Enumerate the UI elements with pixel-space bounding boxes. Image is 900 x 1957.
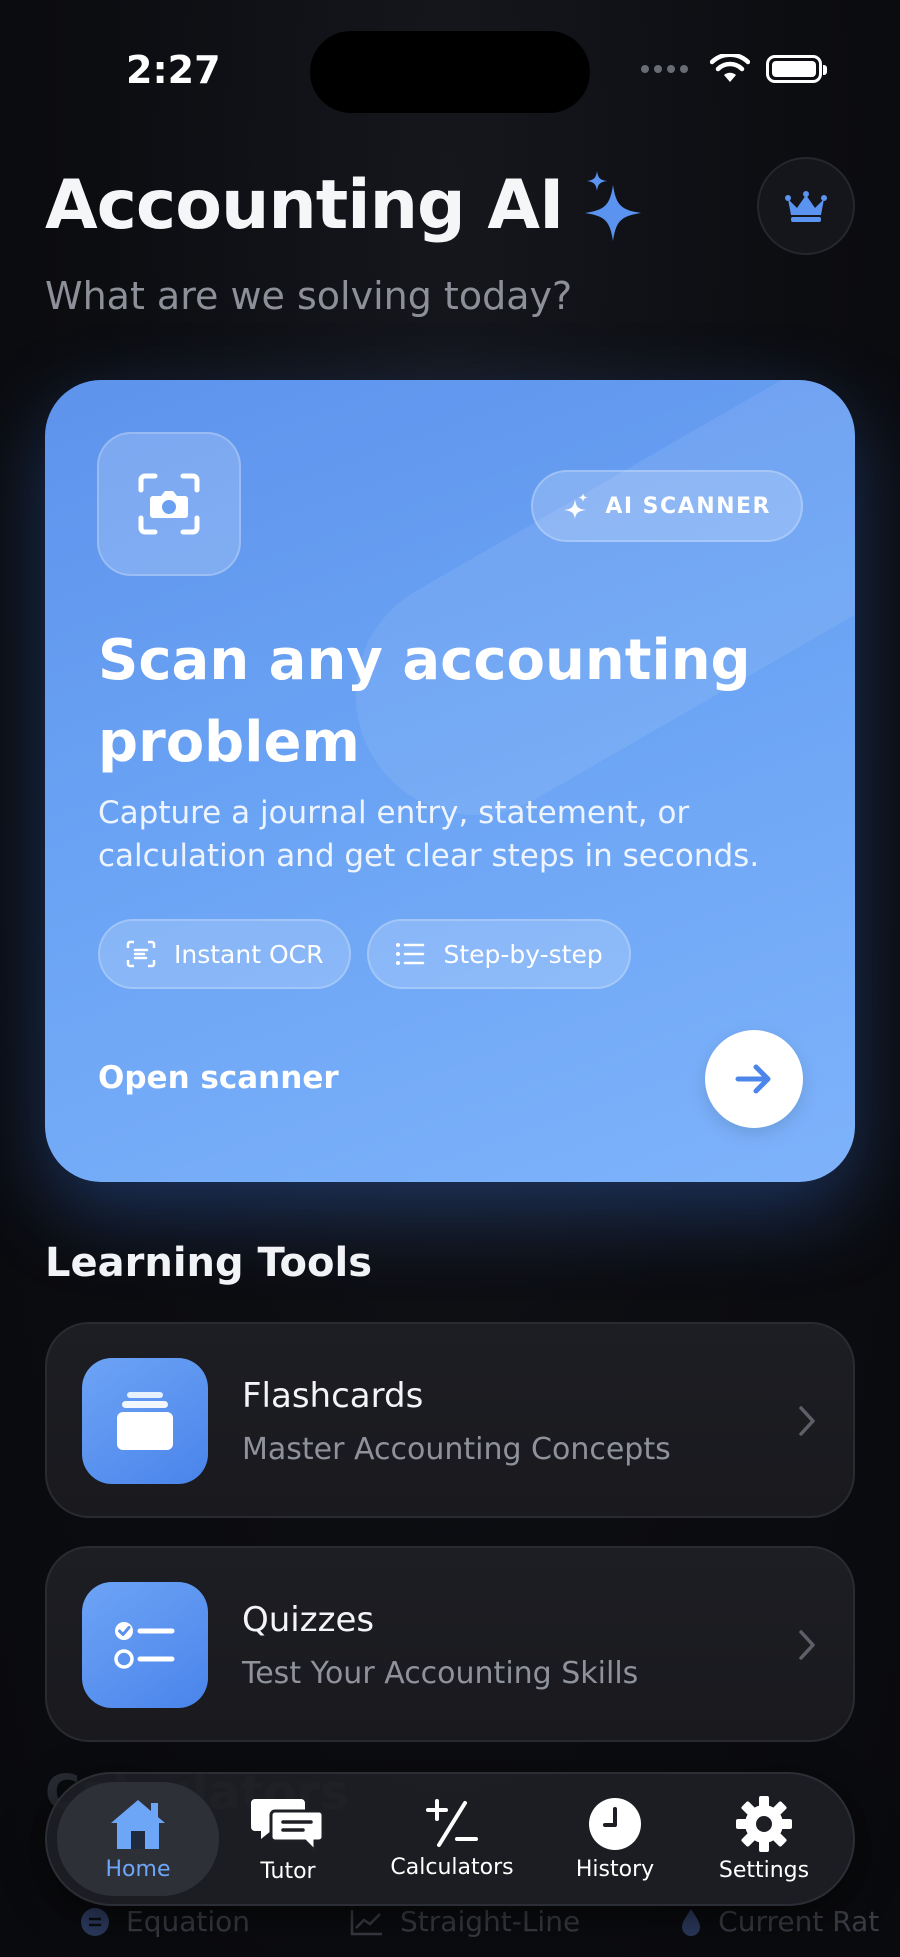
- tool-description: Master Accounting Concepts: [242, 1432, 671, 1467]
- list-icon: [396, 943, 425, 965]
- sparkle-small-icon: [564, 493, 588, 519]
- tab-calculators[interactable]: Calculators: [371, 1782, 533, 1896]
- status-time: 2:27: [126, 48, 221, 92]
- tab-bar: Home Tutor Calculators History Settings: [45, 1772, 855, 1906]
- peek-item-label: Equation: [126, 1905, 251, 1938]
- sparkle-icon: [585, 170, 642, 241]
- scanner-description: Capture a journal entry, statement, or c…: [98, 795, 760, 874]
- peek-item-label: Current Rat: [718, 1905, 880, 1938]
- page-subtitle: What are we solving today?: [45, 274, 573, 318]
- tool-card-quizzes[interactable]: Quizzes Test Your Accounting Skills: [45, 1546, 855, 1742]
- tool-name: Quizzes: [242, 1600, 375, 1640]
- calculator-chips-row[interactable]: Equation Straight-Line Current Rat: [80, 1905, 879, 1938]
- chart-line-icon: [350, 1909, 383, 1935]
- status-indicators: [641, 54, 827, 84]
- drop-icon: [682, 1908, 701, 1936]
- plus-minus-icon: [426, 1798, 478, 1847]
- chevron-right-icon: [799, 1630, 815, 1660]
- ai-scanner-label: AI SCANNER: [605, 493, 771, 519]
- dynamic-island: [310, 31, 590, 113]
- cellular-icon: [641, 65, 688, 73]
- gear-icon: [736, 1795, 792, 1852]
- cards-icon: [82, 1358, 208, 1484]
- tab-tutor[interactable]: Tutor: [207, 1782, 369, 1896]
- open-scanner-button[interactable]: [705, 1030, 803, 1128]
- clock-icon: [589, 1797, 641, 1850]
- tab-label: Tutor: [260, 1858, 316, 1884]
- arrow-right-icon: [735, 1064, 771, 1094]
- tool-card-flashcards[interactable]: Flashcards Master Accounting Concepts: [45, 1322, 855, 1518]
- battery-icon: [766, 55, 827, 83]
- chip-instant-ocr: Instant OCR: [98, 919, 352, 989]
- tab-settings[interactable]: Settings: [683, 1782, 845, 1896]
- text-scan-icon: [126, 940, 156, 968]
- tab-label: Calculators: [390, 1854, 514, 1880]
- peek-item-current-ratio[interactable]: Current Rat: [680, 1905, 879, 1938]
- tool-description: Test Your Accounting Skills: [242, 1656, 639, 1691]
- home-screen: 2:27 Accounting AI What are we solving t…: [0, 0, 900, 1957]
- tab-history[interactable]: History: [534, 1782, 696, 1896]
- chip-label: Step-by-step: [443, 939, 603, 969]
- chip-step-by-step: Step-by-step: [367, 919, 631, 989]
- scanner-card[interactable]: AI SCANNER Scan any accounting problem C…: [45, 380, 855, 1182]
- section-title-learning-tools: Learning Tools: [45, 1240, 373, 1286]
- page-title: Accounting AI: [45, 166, 645, 245]
- crown-icon: [785, 191, 827, 222]
- camera-scan-icon: [138, 473, 200, 535]
- checklist-icon: [82, 1582, 208, 1708]
- chevron-right-icon: [799, 1406, 815, 1436]
- premium-button[interactable]: [757, 157, 855, 255]
- tool-name: Flashcards: [242, 1376, 424, 1416]
- peek-item-straight-line[interactable]: Straight-Line: [350, 1905, 580, 1938]
- chat-icon: [251, 1798, 325, 1853]
- tab-home[interactable]: Home: [57, 1782, 219, 1896]
- peek-item-label: Straight-Line: [400, 1905, 581, 1938]
- title-text: Accounting AI: [45, 166, 564, 245]
- tab-label: Home: [105, 1856, 171, 1882]
- equation-icon: [81, 1907, 109, 1936]
- tab-label: History: [575, 1856, 655, 1882]
- wifi-icon: [710, 54, 750, 82]
- tab-label: Settings: [718, 1857, 810, 1883]
- scanner-heading: Scan any accounting problem: [98, 628, 751, 775]
- open-scanner-label[interactable]: Open scanner: [98, 1060, 339, 1096]
- peek-item-equation[interactable]: Equation: [80, 1905, 250, 1938]
- feature-chips: Instant OCR Step-by-step: [98, 919, 631, 989]
- home-icon: [111, 1799, 165, 1849]
- scanner-icon-box: [97, 432, 241, 576]
- chip-label: Instant OCR: [174, 939, 324, 969]
- ai-scanner-badge: AI SCANNER: [531, 470, 803, 542]
